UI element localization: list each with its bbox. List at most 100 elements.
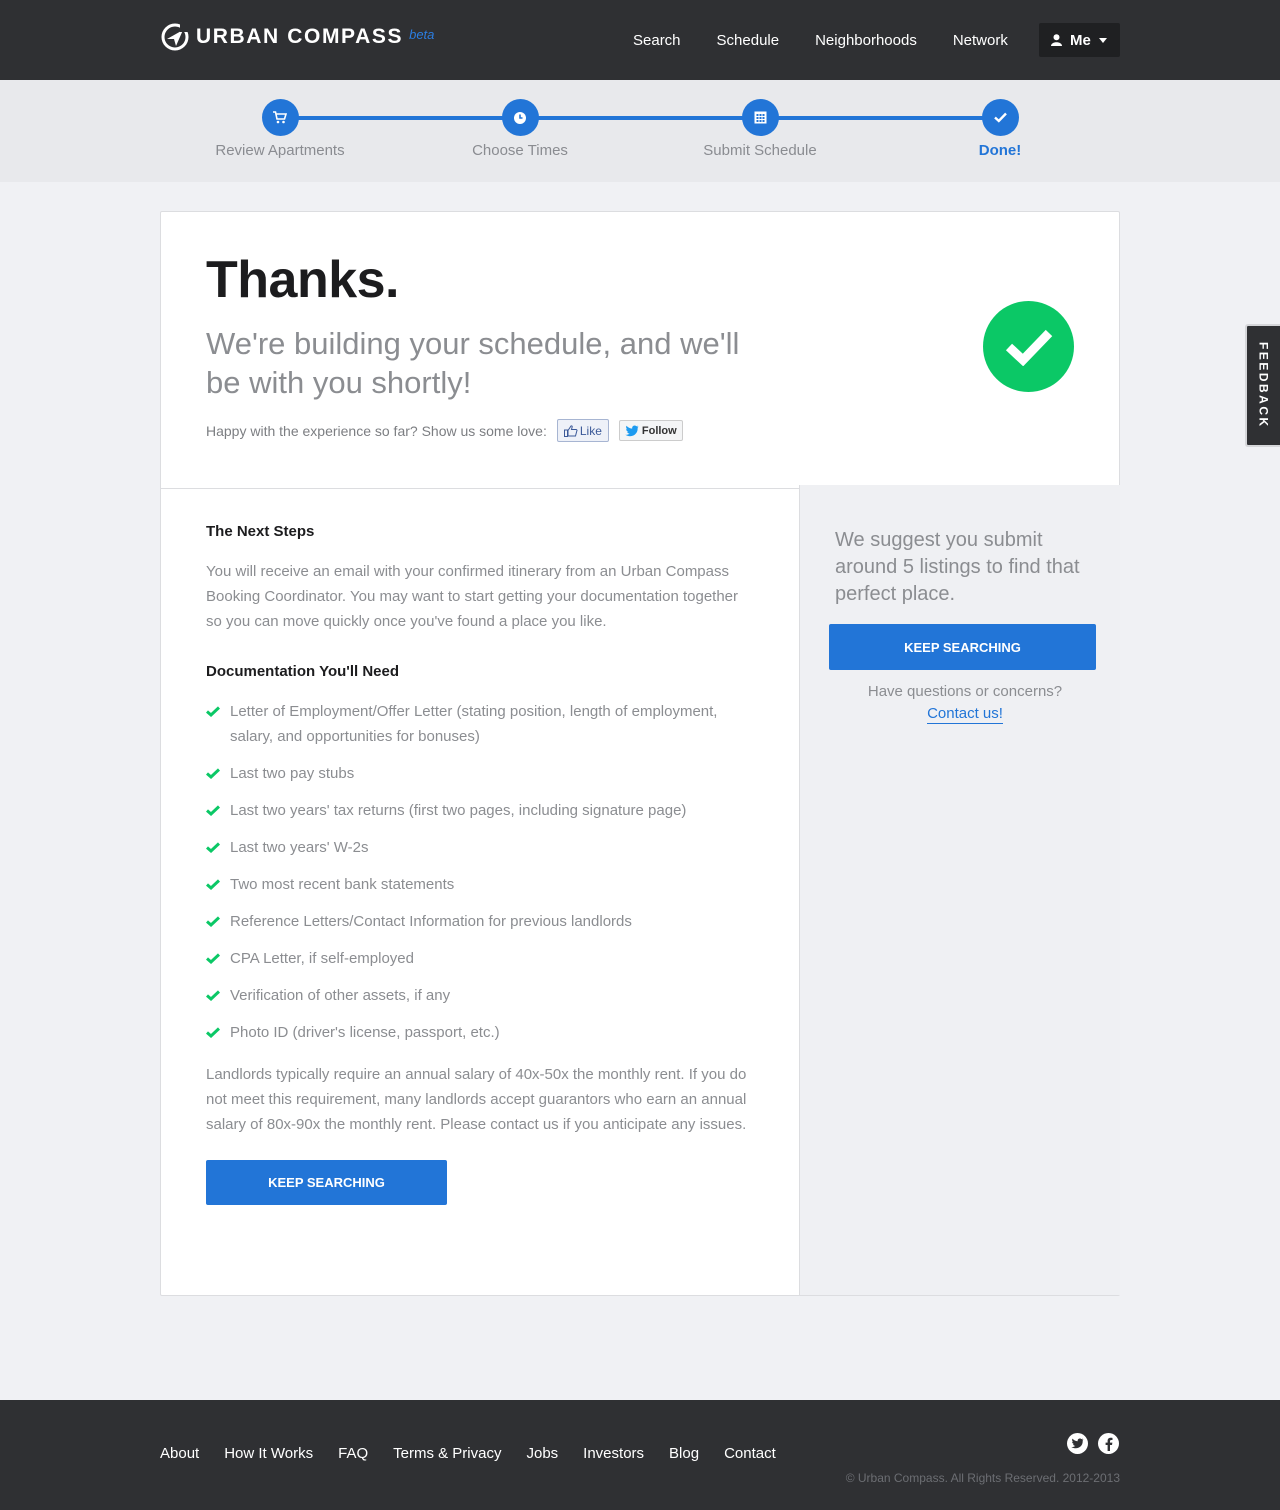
footer-link-investors[interactable]: Investors	[583, 1445, 644, 1462]
documentation-list: Letter of Employment/Offer Letter (stati…	[206, 699, 751, 1045]
list-item: Reference Letters/Contact Information fo…	[206, 909, 751, 934]
main-nav: Search Schedule Neighborhoods Network	[633, 0, 1044, 80]
step-label: Done!	[978, 142, 1022, 159]
check-icon	[206, 805, 220, 816]
list-item: Last two years' W-2s	[206, 835, 751, 860]
check-icon	[206, 842, 220, 853]
footer-links: About How It Works FAQ Terms & Privacy J…	[160, 1445, 801, 1462]
check-icon	[993, 112, 1007, 123]
follow-label: Follow	[641, 424, 677, 437]
nav-schedule[interactable]: Schedule	[717, 32, 780, 49]
facebook-icon[interactable]	[1098, 1433, 1119, 1454]
suggestion-text: We suggest you submit around 5 listings …	[835, 529, 1080, 605]
step-dot	[501, 99, 539, 136]
footer: About How It Works FAQ Terms & Privacy J…	[0, 1400, 1280, 1510]
step-label: Choose Times	[472, 142, 568, 159]
nav-search[interactable]: Search	[633, 32, 681, 49]
step-choose-times: Choose Times	[400, 99, 640, 159]
check-icon	[206, 916, 220, 927]
next-steps-title: The Next Steps	[206, 523, 315, 540]
step-dot	[261, 99, 299, 136]
footer-link-jobs[interactable]: Jobs	[526, 1445, 558, 1462]
step-done: Done!	[880, 99, 1120, 159]
salary-note: Landlords typically require an annual sa…	[206, 1066, 747, 1133]
list-item: Two most recent bank statements	[206, 872, 751, 897]
documentation-title: Documentation You'll Need	[206, 663, 400, 680]
checkmark-icon	[1005, 329, 1052, 366]
compass-logo-icon	[161, 23, 189, 51]
step-dot	[741, 99, 779, 136]
success-check-icon	[983, 301, 1074, 392]
footer-link-terms[interactable]: Terms & Privacy	[393, 1445, 501, 1462]
twitter-bird-icon	[625, 424, 639, 436]
copyright: © Urban Compass. All Rights Reserved. 20…	[845, 1471, 1120, 1485]
feedback-tab[interactable]: FEEDBACK	[1245, 324, 1280, 447]
list-item-text: Last two pay stubs	[230, 765, 355, 782]
step-label: Submit Schedule	[703, 142, 817, 159]
list-item: Verification of other assets, if any	[206, 983, 751, 1008]
share-prompt: Happy with the experience so far? Show u…	[206, 422, 547, 439]
social-links	[1067, 1433, 1129, 1454]
list-item-text: Letter of Employment/Offer Letter (stati…	[230, 703, 718, 745]
next-steps-body: You will receive an email with your conf…	[206, 563, 739, 630]
clock-icon	[514, 111, 526, 124]
step-label: Review Apartments	[215, 142, 345, 159]
footer-link-blog[interactable]: Blog	[669, 1445, 699, 1462]
thumbs-up-icon	[563, 424, 578, 437]
list-item-text: Verification of other assets, if any	[230, 987, 451, 1004]
list-item-text: Last two years' tax returns (first two p…	[230, 802, 687, 819]
user-menu-button[interactable]: Me	[1039, 23, 1120, 57]
cart-icon	[273, 111, 287, 124]
list-item-text: Reference Letters/Contact Information fo…	[230, 913, 632, 930]
sidebar-keep-searching-button[interactable]: KEEP SEARCHING	[829, 624, 1096, 670]
list-item: Letter of Employment/Offer Letter (stati…	[206, 699, 751, 749]
top-nav-bar: URBAN COMPASS beta Search Schedule Neigh…	[0, 0, 1280, 80]
caret-down-icon	[1098, 37, 1107, 43]
beta-badge: beta	[409, 26, 435, 42]
step-dot	[981, 99, 1019, 136]
next-steps-section: The Next Steps You will receive an email…	[206, 523, 751, 1205]
calendar-icon	[754, 111, 766, 124]
nav-neighborhoods[interactable]: Neighborhoods	[815, 32, 917, 49]
footer-link-about[interactable]: About	[160, 1445, 199, 1462]
list-item-text: Photo ID (driver's license, passport, et…	[230, 1024, 500, 1041]
facebook-like-button[interactable]: Like	[556, 419, 609, 442]
like-label: Like	[579, 423, 602, 438]
list-item: Photo ID (driver's license, passport, et…	[206, 1020, 751, 1045]
footer-link-how-it-works[interactable]: How It Works	[224, 1445, 313, 1462]
nav-network[interactable]: Network	[953, 32, 1008, 49]
check-icon	[206, 879, 220, 890]
feedback-label: FEEDBACK	[1256, 342, 1271, 429]
check-icon	[206, 953, 220, 964]
confirmation-card: Thanks. We're building your schedule, an…	[160, 211, 1120, 1296]
social-share-row: Happy with the experience so far? Show u…	[206, 419, 683, 442]
questions-text: Have questions or concerns?	[867, 683, 1063, 700]
list-item-text: Last two years' W-2s	[230, 839, 369, 856]
list-item: CPA Letter, if self-employed	[206, 946, 751, 971]
thanks-hero: Thanks. We're building your schedule, an…	[161, 212, 1119, 489]
twitter-follow-button[interactable]: Follow	[618, 420, 683, 441]
brand-name: URBAN COMPASS	[196, 25, 404, 48]
page-title: Thanks.	[206, 251, 400, 309]
keep-searching-button[interactable]: KEEP SEARCHING	[206, 1160, 447, 1205]
list-item-text: CPA Letter, if self-employed	[230, 950, 414, 967]
contact-us-link[interactable]: Contact us!	[927, 705, 1003, 724]
list-item-text: Two most recent bank statements	[230, 876, 455, 893]
questions-block: Have questions or concerns? Contact us!	[800, 681, 1130, 725]
suggestion-sidebar: We suggest you submit around 5 listings …	[799, 485, 1120, 1295]
progress-stepper: Review Apartments Choose Times Submit Sc…	[0, 80, 1280, 182]
twitter-icon[interactable]	[1067, 1433, 1088, 1454]
check-icon	[206, 990, 220, 1001]
step-submit-schedule: Submit Schedule	[640, 99, 880, 159]
step-review-apartments: Review Apartments	[160, 99, 400, 159]
check-icon	[206, 1027, 220, 1038]
person-icon	[1051, 34, 1062, 46]
check-icon	[206, 768, 220, 779]
user-menu-label: Me	[1070, 31, 1091, 49]
list-item: Last two pay stubs	[206, 761, 751, 786]
footer-link-contact[interactable]: Contact	[724, 1445, 776, 1462]
footer-link-faq[interactable]: FAQ	[338, 1445, 368, 1462]
logo[interactable]: URBAN COMPASS beta	[160, 22, 434, 52]
check-icon	[206, 706, 220, 717]
page-subtitle: We're building your schedule, and we'll …	[206, 326, 740, 400]
